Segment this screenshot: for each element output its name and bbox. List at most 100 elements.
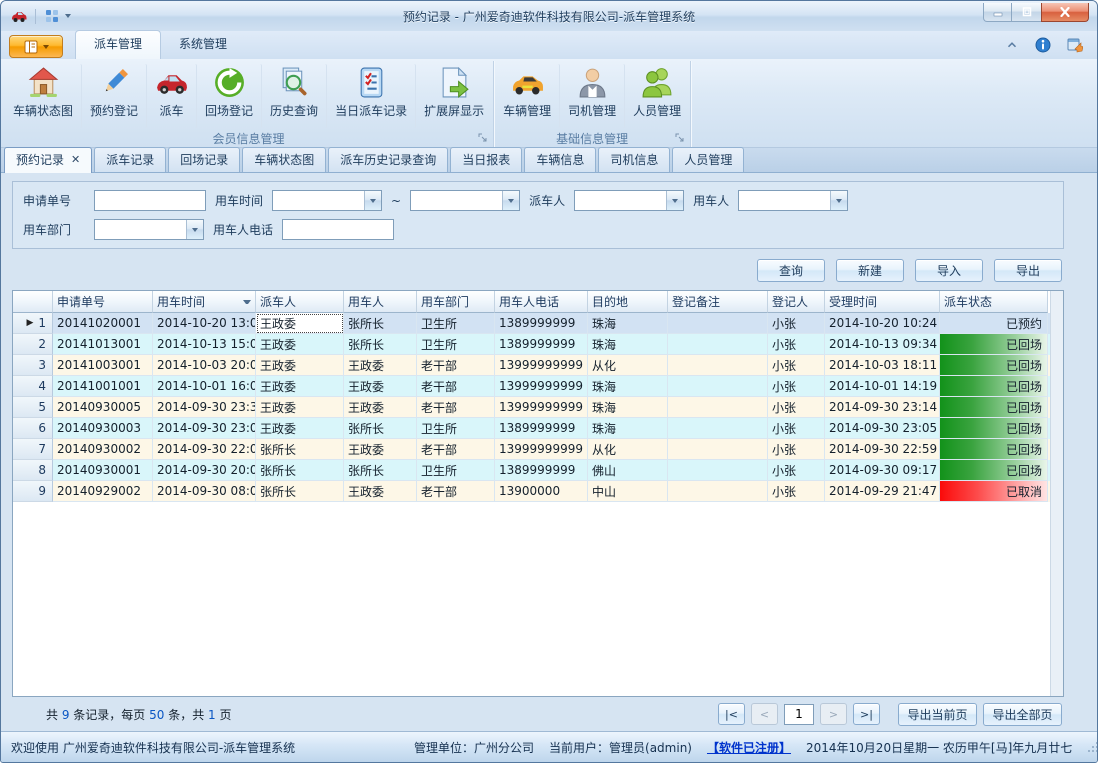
table-row[interactable]: 5201409300052014-09-30 23:30王政委王政委老干部139…	[13, 397, 1050, 418]
maximize-button[interactable]	[1012, 3, 1041, 22]
table-cell[interactable]: 2014-10-13 09:34	[825, 334, 940, 355]
document-tab[interactable]: 车辆状态图	[242, 147, 326, 172]
combo-dropdown-button[interactable]	[364, 191, 381, 210]
table-cell[interactable]	[668, 334, 768, 355]
table-cell[interactable]: 2014-09-30 23:30	[153, 397, 256, 418]
column-header[interactable]: 用车人电话	[495, 291, 588, 313]
table-cell[interactable]	[668, 313, 768, 334]
table-cell[interactable]: 13999999999	[495, 376, 588, 397]
document-tab[interactable]: 司机信息	[598, 147, 670, 172]
dialog-launcher-icon[interactable]	[674, 132, 686, 144]
filter-use-time-from-combo[interactable]	[272, 190, 382, 211]
table-cell[interactable]	[668, 355, 768, 376]
table-cell[interactable]: 2014-09-30 22:59	[825, 439, 940, 460]
table-cell[interactable]: 2014-09-30 23:14	[825, 397, 940, 418]
table-cell[interactable]: 珠海	[588, 313, 668, 334]
table-cell[interactable]: 小张	[768, 439, 825, 460]
filter-user-phone-input[interactable]	[282, 219, 394, 240]
table-cell[interactable]: 2014-09-30 23:05	[825, 418, 940, 439]
table-cell[interactable]: 从化	[588, 355, 668, 376]
table-cell[interactable]: 王政委	[256, 397, 344, 418]
table-cell[interactable]: 王政委	[256, 313, 344, 334]
column-header[interactable]: 目的地	[588, 291, 668, 313]
table-cell[interactable]	[668, 376, 768, 397]
table-cell[interactable]: 卫生所	[417, 334, 495, 355]
filter-apply-no-input[interactable]	[94, 190, 206, 211]
table-row[interactable]: 4201410010012014-10-01 16:00王政委王政委老干部139…	[13, 376, 1050, 397]
table-row[interactable]: ▶1201410200012014-10-20 13:00王政委张所长卫生所13…	[13, 313, 1050, 334]
export-all-pages-button[interactable]: 导出全部页	[983, 703, 1062, 726]
ribbon-button[interactable]: 人员管理	[625, 64, 689, 128]
table-cell[interactable]: 珠海	[588, 334, 668, 355]
document-tab[interactable]: 派车记录	[94, 147, 166, 172]
table-cell[interactable]: 卫生所	[417, 460, 495, 481]
first-page-button[interactable]: |<	[718, 703, 745, 725]
document-tab[interactable]: 当日报表	[450, 147, 522, 172]
combo-dropdown-button[interactable]	[666, 191, 683, 210]
feedback-icon[interactable]	[1067, 37, 1083, 53]
table-cell[interactable]: 2014-10-01 16:00	[153, 376, 256, 397]
table-cell[interactable]	[668, 439, 768, 460]
table-cell[interactable]: 老干部	[417, 481, 495, 502]
table-cell[interactable]: 珠海	[588, 397, 668, 418]
table-cell[interactable]: 张所长	[256, 460, 344, 481]
column-header[interactable]: 派车人	[256, 291, 344, 313]
table-row[interactable]: 6201409300032014-09-30 23:00王政委张所长卫生所138…	[13, 418, 1050, 439]
ribbon-button[interactable]: 司机管理	[560, 64, 625, 128]
table-cell[interactable]: 小张	[768, 481, 825, 502]
table-cell[interactable]: 佛山	[588, 460, 668, 481]
row-indicator-cell[interactable]: 2	[13, 334, 53, 355]
table-row[interactable]: 7201409300022014-09-30 22:00张所长王政委老干部139…	[13, 439, 1050, 460]
filter-car-user-combo[interactable]	[738, 190, 848, 211]
table-cell[interactable]: 小张	[768, 397, 825, 418]
combo-dropdown-button[interactable]	[830, 191, 847, 210]
table-cell[interactable]: 珠海	[588, 376, 668, 397]
table-row[interactable]: 3201410030012014-10-03 20:00王政委王政委老干部139…	[13, 355, 1050, 376]
table-cell[interactable]: 小张	[768, 376, 825, 397]
table-cell[interactable]: 2014-10-03 20:00	[153, 355, 256, 376]
table-cell[interactable]: 张所长	[344, 334, 417, 355]
table-cell[interactable]: 1389999999	[495, 334, 588, 355]
filter-use-time-to-combo[interactable]	[410, 190, 520, 211]
table-cell[interactable]: 13900000	[495, 481, 588, 502]
import-button[interactable]: 导入	[915, 259, 983, 282]
table-cell[interactable]: 老干部	[417, 397, 495, 418]
table-cell[interactable]: 2014-09-30 09:17	[825, 460, 940, 481]
table-cell[interactable]: 小张	[768, 460, 825, 481]
table-cell[interactable]: 20141013001	[53, 334, 153, 355]
document-tab[interactable]: 回场记录	[168, 147, 240, 172]
dispatch-status-cell[interactable]: 已回场	[940, 376, 1048, 397]
table-cell[interactable]: 中山	[588, 481, 668, 502]
document-tab[interactable]: 人员管理	[672, 147, 744, 172]
column-header[interactable]: 登记人	[768, 291, 825, 313]
table-cell[interactable]: 小张	[768, 355, 825, 376]
table-cell[interactable]: 20140930001	[53, 460, 153, 481]
query-button[interactable]: 查询	[757, 259, 825, 282]
ribbon-button[interactable]: 车辆状态图	[5, 64, 82, 128]
dispatch-status-cell[interactable]: 已回场	[940, 334, 1048, 355]
ribbon-button[interactable]: 回场登记	[197, 64, 262, 128]
ribbon-button[interactable]: 当日派车记录	[327, 64, 416, 128]
column-header[interactable]: 派车状态	[940, 291, 1048, 313]
column-header[interactable]: 受理时间	[825, 291, 940, 313]
row-indicator-cell[interactable]: 5	[13, 397, 53, 418]
page-number-input[interactable]	[784, 704, 814, 725]
combo-dropdown-button[interactable]	[502, 191, 519, 210]
table-cell[interactable]: 2014-10-13 15:00	[153, 334, 256, 355]
app-car-icon[interactable]	[11, 8, 27, 24]
table-cell[interactable]: 2014-10-01 14:19	[825, 376, 940, 397]
table-cell[interactable]: 1389999999	[495, 313, 588, 334]
table-cell[interactable]: 王政委	[344, 481, 417, 502]
table-row[interactable]: 8201409300012014-09-30 20:00张所长张所长卫生所138…	[13, 460, 1050, 481]
table-cell[interactable]: 卫生所	[417, 313, 495, 334]
row-indicator-cell[interactable]: ▶1	[13, 313, 53, 334]
table-cell[interactable]: 珠海	[588, 418, 668, 439]
collapse-ribbon-icon[interactable]	[1005, 38, 1019, 52]
last-page-button[interactable]: >|	[853, 703, 880, 725]
minimize-button[interactable]	[983, 3, 1012, 22]
dialog-launcher-icon[interactable]	[477, 132, 489, 144]
table-cell[interactable]: 20140930005	[53, 397, 153, 418]
table-cell[interactable]: 1389999999	[495, 418, 588, 439]
table-cell[interactable]: 王政委	[344, 376, 417, 397]
table-cell[interactable]	[668, 481, 768, 502]
